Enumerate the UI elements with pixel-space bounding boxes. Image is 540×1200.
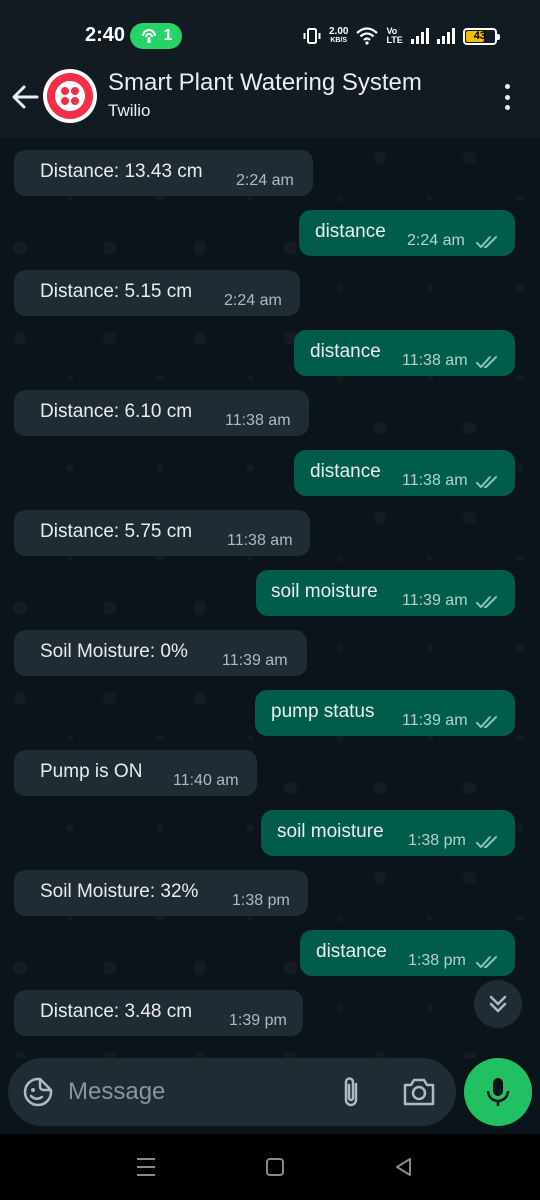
message-time: 11:40 am [173, 772, 239, 789]
message-text: Soil Moisture: 32% [40, 881, 199, 902]
message-time: 11:39 am [222, 652, 288, 669]
contact-subtitle[interactable]: Twilio [108, 101, 151, 121]
hotspot-icon [141, 29, 156, 43]
vibrate-icon [303, 28, 321, 44]
hotspot-count: 1 [163, 27, 173, 44]
camera-icon[interactable] [402, 1076, 436, 1108]
message-text: Distance: 3.48 cm [40, 1001, 193, 1022]
twilio-logo-icon [47, 73, 93, 119]
message-text: Pump is ON [40, 761, 143, 782]
message-time: 11:39 am [402, 592, 468, 609]
message-outgoing[interactable]: pump status 11:39 am [255, 690, 515, 736]
attach-icon[interactable] [336, 1074, 366, 1110]
message-incoming[interactable]: Soil Moisture: 32% 1:38 pm [14, 870, 308, 916]
read-receipt-icon [476, 716, 497, 729]
message-text: distance [316, 941, 387, 962]
scroll-to-bottom-button[interactable] [474, 980, 522, 1028]
message-text: Distance: 5.75 cm [40, 521, 193, 542]
message-text: distance [310, 461, 381, 482]
net-speed: 2.00 KB/S [329, 27, 348, 45]
volte-bottom: LTE [386, 35, 403, 45]
more-options-icon[interactable] [497, 82, 517, 112]
message-time: 2:24 am [407, 232, 465, 249]
input-bar [0, 1058, 540, 1134]
message-outgoing[interactable]: soil moisture 11:39 am [256, 570, 515, 616]
recent-apps-icon[interactable] [134, 1156, 158, 1178]
home-icon[interactable] [263, 1156, 287, 1178]
net-speed-unit: KB/S [330, 37, 348, 44]
message-incoming[interactable]: Pump is ON 11:40 am [14, 750, 257, 796]
message-incoming[interactable]: Distance: 3.48 cm 1:39 pm [14, 990, 303, 1036]
message-text: soil moisture [271, 581, 378, 602]
message-time: 1:39 pm [229, 1012, 287, 1029]
message-time: 11:38 am [225, 412, 291, 429]
contact-avatar[interactable] [43, 69, 97, 123]
message-text: soil moisture [277, 821, 384, 842]
read-receipt-icon [476, 236, 497, 249]
message-outgoing[interactable]: soil moisture 1:38 pm [261, 810, 515, 856]
message-incoming[interactable]: Distance: 5.15 cm 2:24 am [14, 270, 300, 316]
system-nav-bar [0, 1134, 540, 1200]
message-input[interactable] [68, 1074, 318, 1110]
net-speed-value: 2.00 [329, 26, 349, 37]
message-outgoing[interactable]: distance 11:38 am [294, 450, 515, 496]
hotspot-indicator: 1 [130, 23, 182, 49]
system-icons: 2.00 KB/S Vo LTE 43 [303, 24, 500, 48]
sticker-emoji-icon[interactable] [22, 1076, 54, 1108]
message-text: Distance: 6.10 cm [40, 401, 193, 422]
read-receipt-icon [476, 956, 497, 969]
contact-name[interactable]: Smart Plant Watering System [108, 69, 422, 97]
chat-messages[interactable]: Distance: 13.43 cm 2:24 am distance 2:24… [0, 138, 540, 1058]
read-receipt-icon [476, 476, 497, 489]
message-text: pump status [271, 701, 375, 722]
battery-icon: 43 [462, 27, 500, 45]
message-text: Distance: 13.43 cm [40, 161, 203, 182]
message-outgoing[interactable]: distance 1:38 pm [300, 930, 515, 976]
message-incoming[interactable]: Distance: 13.43 cm 2:24 am [14, 150, 313, 196]
message-time: 11:39 am [402, 712, 468, 729]
read-receipt-icon [476, 836, 497, 849]
message-incoming[interactable]: Distance: 6.10 cm 11:38 am [14, 390, 309, 436]
wifi-icon [356, 27, 379, 45]
double-chevron-down-icon [489, 995, 507, 1013]
message-time: 2:24 am [236, 172, 294, 189]
message-text: Distance: 5.15 cm [40, 281, 193, 302]
message-incoming[interactable]: Distance: 5.75 cm 11:38 am [14, 510, 310, 556]
back-nav-icon[interactable] [392, 1156, 416, 1178]
message-incoming[interactable]: Soil Moisture: 0% 11:39 am [14, 630, 307, 676]
signal-icon-sim2 [436, 28, 455, 44]
message-time: 1:38 pm [408, 832, 466, 849]
message-time: 1:38 pm [408, 952, 466, 969]
message-time: 2:24 am [224, 292, 282, 309]
read-receipt-icon [476, 596, 497, 609]
status-bar: 2:40 1 2.00 KB/S Vo LTE 43 [0, 0, 540, 64]
back-arrow-icon[interactable] [10, 82, 40, 112]
message-composer [8, 1058, 456, 1126]
read-receipt-icon [476, 356, 497, 369]
message-time: 11:38 am [402, 472, 468, 489]
message-text: Soil Moisture: 0% [40, 641, 188, 662]
chat-header: Smart Plant Watering System Twilio [0, 64, 540, 138]
signal-icon-sim1 [410, 28, 429, 44]
status-time: 2:40 [85, 24, 126, 46]
message-text: distance [315, 221, 386, 242]
message-outgoing[interactable]: distance 2:24 am [299, 210, 515, 256]
volte-indicator: Vo LTE [386, 27, 402, 45]
voice-message-button[interactable] [464, 1058, 532, 1126]
message-time: 1:38 pm [232, 892, 290, 909]
message-time: 11:38 am [227, 532, 293, 549]
message-text: distance [310, 341, 381, 362]
microphone-icon [486, 1078, 510, 1106]
message-outgoing[interactable]: distance 11:38 am [294, 330, 515, 376]
message-time: 11:38 am [402, 352, 468, 369]
battery-level: 43 [473, 29, 486, 42]
